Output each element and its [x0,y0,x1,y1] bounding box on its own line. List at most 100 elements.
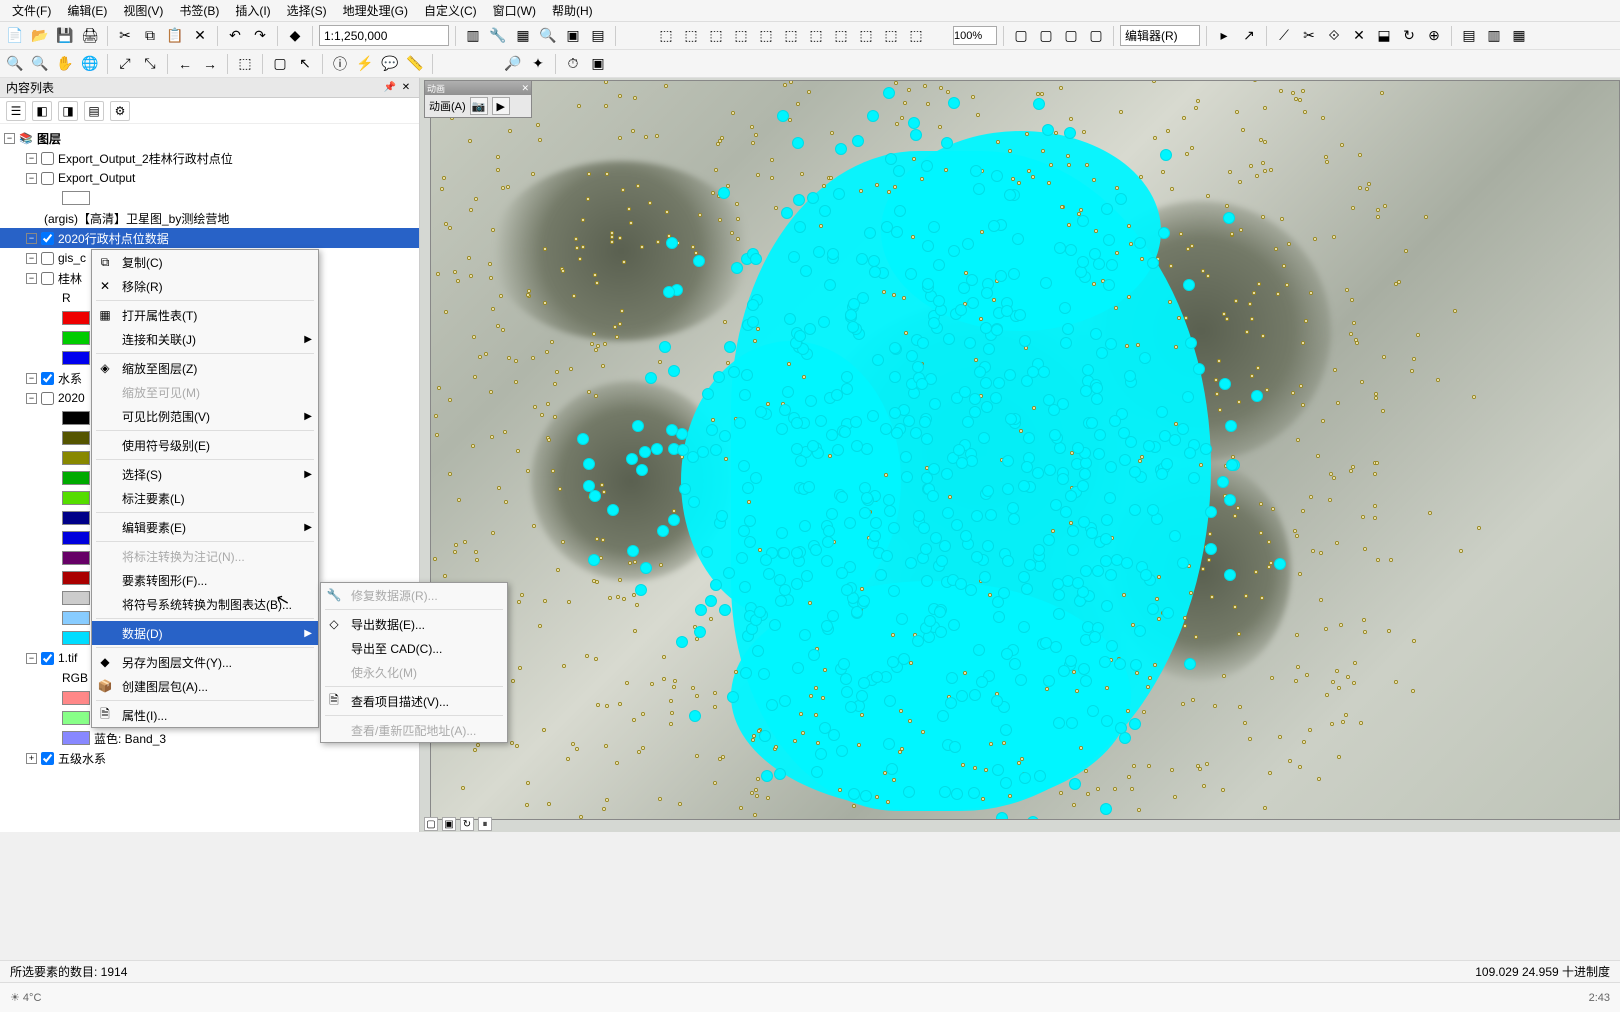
refresh-view-icon[interactable]: ↻ [460,817,474,831]
layer-export2[interactable]: −Export_Output_2桂林行政村点位 [0,148,419,168]
toc-close-icon[interactable]: ✕ [399,81,413,95]
list-by-source-icon[interactable]: ◧ [32,101,52,121]
ctx-symbol-levels[interactable]: 使用符号级别(E) [92,433,318,457]
georef-icon5[interactable]: ⬚ [755,25,777,47]
anim-close-icon[interactable]: ✕ [521,83,529,94]
tree-root[interactable]: −📚图层 [0,128,419,148]
editor-combo[interactable] [1120,25,1200,46]
forward-extent-icon[interactable]: → [199,53,221,75]
ctx-data[interactable]: 数据(D)▶ [92,621,318,645]
georef-icon2[interactable]: ⬚ [680,25,702,47]
georef-icon7[interactable]: ⬚ [805,25,827,47]
toc-options-icon[interactable]: ⚙ [110,101,130,121]
layer-selected[interactable]: −2020行政村点位数据 [0,228,419,248]
zoom-pct-combo[interactable] [953,26,997,45]
fixed-zoom-out-icon[interactable]: ⤡ [139,53,161,75]
edit-cut-icon[interactable]: ✕ [1348,25,1370,47]
edit-tool-icon[interactable]: ▸ [1213,25,1235,47]
layer-water-chk[interactable] [41,372,54,385]
ctx-save-layer[interactable]: ◆另存为图层文件(Y)... [92,650,318,674]
layout-icon1[interactable]: ▢ [1010,25,1032,47]
layer-pop2020-chk[interactable] [41,392,54,405]
undo-icon[interactable]: ↶ [224,25,246,47]
cut-icon[interactable]: ✂ [114,25,136,47]
copy-icon[interactable]: ⧉ [139,25,161,47]
redo-icon[interactable]: ↷ [249,25,271,47]
go-to-xy-icon[interactable]: ✦ [527,53,549,75]
anim-play-icon[interactable]: ▶ [492,97,510,115]
layer-export-chk[interactable] [41,172,54,185]
layout-view-icon[interactable]: ▣ [442,817,456,831]
edit-reshape-icon[interactable]: ⟐ [1323,25,1345,47]
layer-export2-chk[interactable] [41,152,54,165]
menu-geoprocessing[interactable]: 地理处理(G) [335,0,416,22]
time-slider-icon[interactable]: ⏱ [562,53,584,75]
ctx-zoom-layer[interactable]: ◈缩放至图层(Z) [92,356,318,380]
layer-guilin-chk[interactable] [41,272,54,285]
delete-icon[interactable]: ✕ [189,25,211,47]
data-view-icon[interactable]: ▢ [424,817,438,831]
layer-tif-chk[interactable] [41,652,54,665]
layer-l5[interactable]: +五级水系 [0,748,419,768]
edit-tool2-icon[interactable]: ↗ [1238,25,1260,47]
select-features-icon[interactable]: ⬚ [234,53,256,75]
catalog-icon[interactable]: ▦ [512,25,534,47]
edit-sketch-icon[interactable]: ▥ [1483,25,1505,47]
ctx-visible-scale[interactable]: 可见比例范围(V)▶ [92,404,318,428]
georef-icon9[interactable]: ⬚ [855,25,877,47]
edit-rotate-icon[interactable]: ↻ [1398,25,1420,47]
back-extent-icon[interactable]: ← [174,53,196,75]
edit-vertex-icon[interactable]: ⟋ [1273,25,1295,47]
fixed-zoom-in-icon[interactable]: ⤢ [114,53,136,75]
zoom-out-icon[interactable]: 🔍 [29,53,51,75]
menu-file[interactable]: 文件(F) [4,0,59,22]
menu-edit[interactable]: 编辑(E) [59,0,115,22]
anim-capture-icon[interactable]: 📷 [470,97,488,115]
menu-customize[interactable]: 自定义(C) [416,0,485,22]
sub-export-cad[interactable]: 导出至 CAD(C)... [321,636,507,660]
menu-bookmarks[interactable]: 书签(B) [171,0,227,22]
toc-pin-icon[interactable]: 📌 [383,81,397,95]
measure-icon[interactable]: 📏 [404,53,426,75]
search-icon[interactable]: 🔍 [537,25,559,47]
model-builder-icon[interactable]: ▤ [587,25,609,47]
ctx-selection[interactable]: 选择(S)▶ [92,462,318,486]
ctx-open-attr[interactable]: ▦打开属性表(T) [92,303,318,327]
georef-icon[interactable]: ⬚ [655,25,677,47]
editor-toolbar-icon[interactable]: ▥ [462,25,484,47]
edit-attr-icon[interactable]: ▤ [1458,25,1480,47]
georef-icon10[interactable]: ⬚ [880,25,902,47]
hyperlink-icon[interactable]: ⚡ [354,53,376,75]
edit-create-icon[interactable]: ▦ [1508,25,1530,47]
menu-help[interactable]: 帮助(H) [544,0,601,22]
layer-selected-chk[interactable] [41,232,54,245]
find-icon[interactable]: 🔎 [502,53,524,75]
edit-split-icon[interactable]: ✂ [1298,25,1320,47]
html-popup-icon[interactable]: 💬 [379,53,401,75]
list-by-selection-icon[interactable]: ▤ [84,101,104,121]
edit-merge-icon[interactable]: ⬓ [1373,25,1395,47]
menu-insert[interactable]: 插入(I) [227,0,278,22]
layer-argis[interactable]: (argis)【高清】卫星图_by测绘营地 [0,208,419,228]
clear-selection-icon[interactable]: ▢ [269,53,291,75]
georef-icon4[interactable]: ⬚ [730,25,752,47]
full-extent-icon[interactable]: 🌐 [79,53,101,75]
sub-view-desc[interactable]: 🗎查看项目描述(V)... [321,689,507,713]
save-icon[interactable]: 💾 [54,25,76,47]
identify-icon[interactable]: ⓘ [329,53,351,75]
zoom-in-icon[interactable]: 🔍 [4,53,26,75]
ctx-edit[interactable]: 编辑要素(E)▶ [92,515,318,539]
weather-widget[interactable]: ☀ 4°C [10,991,41,1004]
list-by-drawing-icon[interactable]: ☰ [6,101,26,121]
viewer-icon[interactable]: ▣ [587,53,609,75]
menu-view[interactable]: 视图(V) [115,0,171,22]
ctx-remove[interactable]: ✕移除(R) [92,274,318,298]
map-canvas[interactable] [430,80,1620,820]
add-data-icon[interactable]: ◆ [284,25,306,47]
georef-icon11[interactable]: ⬚ [905,25,927,47]
layout-icon4[interactable]: ▢ [1085,25,1107,47]
layer-export[interactable]: −Export_Output [0,168,419,188]
sub-export-data[interactable]: ◇导出数据(E)... [321,612,507,636]
python-icon[interactable]: ▣ [562,25,584,47]
pause-drawing-icon[interactable]: ⏸ [478,817,492,831]
